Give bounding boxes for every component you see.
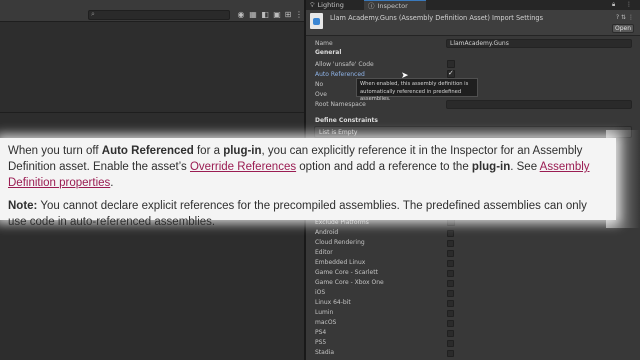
- assembly-definition-icon: [310, 13, 323, 29]
- inspector-header: Llam Academy.Guns (Assembly Definition A…: [306, 10, 640, 36]
- platform-checkbox[interactable]: [447, 250, 454, 257]
- tab-inspector[interactable]: ⓘ Inspector: [364, 0, 426, 10]
- scene-toolbar: ⌕ ◉ ▦ ◧ ▣ ⊞ ⋮: [0, 0, 304, 22]
- note-label: Note:: [8, 200, 38, 212]
- doc-bold-text: plug-in: [471, 161, 511, 173]
- platform-label: Android: [315, 229, 339, 236]
- tooltip-line: When enabled, this assembly definition i…: [360, 81, 469, 87]
- general-header: General: [315, 49, 342, 56]
- doc-paragraph: When you turn off Auto Referenced for a …: [8, 143, 608, 191]
- name-field[interactable]: LlamAcademy.Guns: [446, 39, 632, 48]
- platform-checkbox[interactable]: [447, 350, 454, 357]
- lock-icon[interactable]: ◧: [260, 10, 270, 20]
- platform-label: Cloud Rendering: [315, 239, 365, 246]
- name-label: Name: [315, 40, 333, 47]
- platform-checkbox[interactable]: [447, 270, 454, 277]
- doc-text: for a: [193, 145, 224, 157]
- root-namespace-label: Root Namespace: [315, 101, 366, 108]
- tab-lighting[interactable]: 💡︎ Lighting: [306, 0, 364, 10]
- no-engine-references-label: No: [315, 81, 324, 88]
- tooltip-line: automatically referenced in predefined a…: [360, 88, 462, 103]
- doc-bold-text: plug-in: [223, 145, 262, 157]
- platform-label: PS5: [315, 339, 327, 346]
- auto-referenced-label: Auto Referenced: [315, 71, 365, 78]
- platform-checkbox[interactable]: [447, 260, 454, 267]
- grid-icon[interactable]: ⊞: [283, 10, 293, 20]
- list-empty-text: List is Empty: [319, 129, 358, 136]
- platform-label: Game Core - Xbox One: [315, 279, 384, 286]
- platform-label: Editor: [315, 249, 333, 256]
- doc-bold-text: Auto Referenced: [101, 145, 194, 157]
- camera-icon[interactable]: ▣: [272, 10, 282, 20]
- platform-label: Game Core - Scarlett: [315, 269, 378, 276]
- platform-checkbox[interactable]: [447, 340, 454, 347]
- mouse-cursor-icon: ➤: [401, 71, 409, 81]
- lock-icon[interactable]: 🔒︎: [612, 1, 615, 9]
- auto-referenced-checkbox[interactable]: [447, 69, 455, 78]
- doc-text: option and add a reference to the: [296, 161, 472, 173]
- define-constraints-header: Define Constraints: [315, 117, 378, 124]
- platform-checkbox[interactable]: [447, 300, 454, 307]
- documentation-callout: When you turn off Auto Referenced for a …: [0, 138, 616, 228]
- panel-divider: [0, 112, 304, 113]
- platform-checkbox[interactable]: [447, 330, 454, 337]
- doc-note-paragraph: Note: You cannot declare explicit refere…: [8, 198, 608, 230]
- auto-referenced-tooltip: When enabled, this assembly definition i…: [356, 78, 478, 102]
- allow-unsafe-label: Allow 'unsafe' Code: [315, 61, 374, 68]
- header-title: Llam Academy.Guns (Assembly Definition A…: [330, 14, 544, 22]
- open-button[interactable]: Open: [612, 24, 634, 33]
- bulb-icon: 💡︎: [310, 1, 315, 9]
- tab-label: Inspector: [377, 2, 408, 10]
- platform-checkbox[interactable]: [447, 320, 454, 327]
- allow-unsafe-checkbox[interactable]: [447, 60, 455, 68]
- platform-label: Linux 64-bit: [315, 299, 351, 306]
- doc-text: . See: [510, 161, 540, 173]
- platform-label: PS4: [315, 329, 327, 336]
- more-icon[interactable]: ⋮: [626, 1, 632, 8]
- header-help-icons[interactable]: ? ⇅ ⋮: [616, 14, 634, 21]
- info-icon: ⓘ: [368, 2, 375, 10]
- platform-checkbox[interactable]: [447, 240, 454, 247]
- platform-checkbox[interactable]: [447, 310, 454, 317]
- override-references-link[interactable]: Override References: [190, 161, 296, 173]
- layers-icon[interactable]: ▦: [248, 10, 258, 20]
- platform-checkbox[interactable]: [447, 290, 454, 297]
- platform-checkbox[interactable]: [447, 280, 454, 287]
- doc-text: .: [110, 177, 114, 189]
- doc-text: When you turn off: [8, 145, 102, 157]
- search-icon: ⌕: [91, 10, 95, 18]
- doc-text: You cannot declare explicit references f…: [8, 200, 587, 228]
- more-icon[interactable]: ⋮: [294, 10, 304, 20]
- define-constraints-list: List is Empty: [314, 126, 632, 138]
- platform-label: Lumin: [315, 309, 334, 316]
- override-references-label: Ove: [315, 91, 327, 98]
- hierarchy-search-field[interactable]: ⌕: [88, 10, 230, 20]
- platform-label: Stadia: [315, 349, 334, 356]
- platform-checkbox[interactable]: [447, 230, 454, 237]
- platform-label: Embedded Linux: [315, 259, 366, 266]
- platform-label: iOS: [315, 289, 326, 296]
- scene-visibility-icon[interactable]: ◉: [236, 10, 246, 20]
- platform-label: macOS: [315, 319, 337, 326]
- tab-label: Lighting: [317, 1, 344, 9]
- tab-bar: 💡︎ Lighting ⓘ Inspector 🔒︎ ⋮: [306, 0, 640, 10]
